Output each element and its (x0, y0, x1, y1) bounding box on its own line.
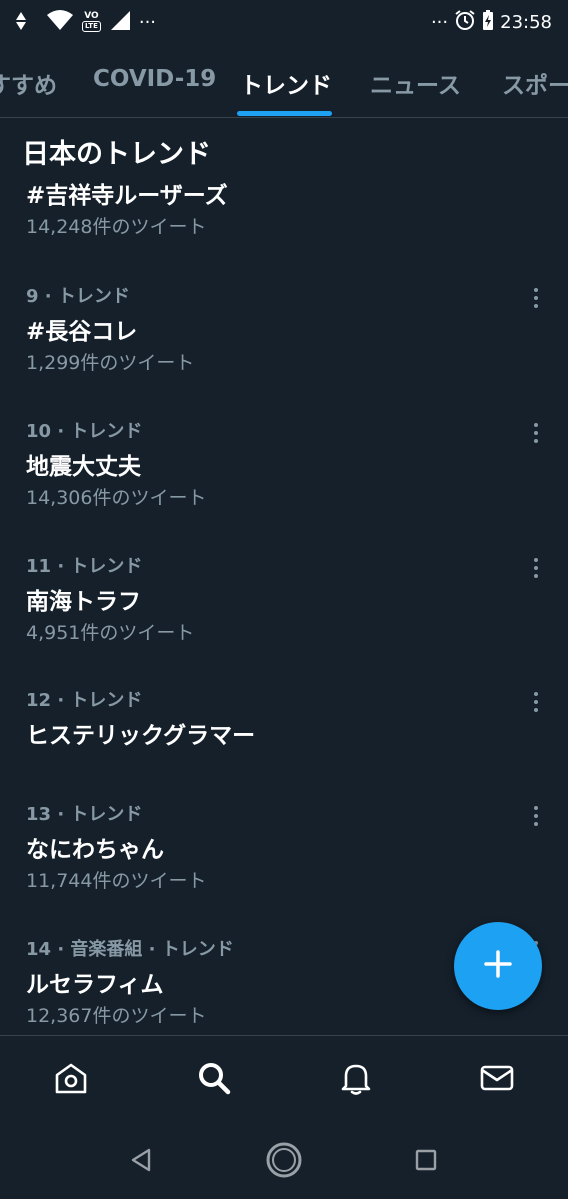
trend-meta: 10 · トレンド (26, 421, 143, 442)
cell-signal-icon (109, 9, 131, 35)
tab-covid19[interactable]: COVID-19 (93, 66, 216, 92)
tab-trending[interactable]: トレンド (240, 66, 332, 100)
nav-search[interactable] (194, 1060, 234, 1100)
more-options-icon[interactable] (524, 286, 548, 310)
recents-square-icon (414, 1148, 438, 1176)
status-dots-right: ··· (430, 11, 449, 33)
trend-meta: 12 · トレンド (26, 690, 143, 711)
trend-item[interactable]: 12 · トレンド ヒステリックグラマー (0, 684, 568, 774)
trend-name: ルセラフィム (26, 972, 164, 998)
trend-meta: 13 · トレンド (26, 804, 143, 825)
nav-messages[interactable] (477, 1060, 517, 1100)
volte-icon: VO LTE (82, 12, 101, 32)
bell-icon (338, 1060, 374, 1100)
trend-list: 日本のトレンド #吉祥寺ルーザーズ 14,248件のツイート 9 · トレンド … (0, 118, 568, 1035)
search-icon (196, 1060, 232, 1100)
trend-item[interactable]: 9 · トレンド #長谷コレ 1,299件のツイート (0, 280, 568, 390)
bottom-nav (0, 1035, 568, 1125)
more-options-icon[interactable] (524, 804, 548, 828)
system-recents-button[interactable] (406, 1142, 446, 1182)
status-dots-left: ··· (138, 11, 157, 33)
signal-arrows-icon (16, 9, 38, 35)
trend-meta: 11 · トレンド (26, 556, 143, 577)
volte-bottom-label: LTE (82, 21, 101, 32)
home-circle-icon (265, 1141, 303, 1183)
back-triangle-icon (129, 1147, 155, 1177)
more-options-icon[interactable] (524, 556, 548, 580)
trend-meta: 14 · 音楽番組 · トレンド (26, 939, 234, 960)
volte-top-label: VO (84, 11, 99, 21)
active-tab-indicator (237, 111, 332, 116)
system-back-button[interactable] (122, 1142, 162, 1182)
tab-for-you[interactable]: すすめ (0, 66, 57, 100)
tab-sports[interactable]: スポー (502, 66, 568, 100)
trend-tweet-count: 12,367件のツイート (26, 1005, 207, 1027)
trend-item[interactable]: 11 · トレンド 南海トラフ 4,951件のツイート (0, 550, 568, 660)
trend-name: 地震大丈夫 (26, 454, 141, 480)
explore-tabs: すすめ COVID-19 トレンド ニュース スポー (0, 44, 568, 118)
wifi-icon (46, 9, 74, 35)
trend-name: 南海トラフ (26, 589, 141, 615)
trend-name: なにわちゃん (26, 837, 164, 863)
trend-tweet-count: 11,744件のツイート (26, 870, 207, 892)
nav-notifications[interactable] (336, 1060, 376, 1100)
trend-meta: 9 · トレンド (26, 286, 130, 307)
system-nav-bar (0, 1125, 568, 1199)
nav-home[interactable] (51, 1060, 91, 1100)
home-icon (53, 1060, 89, 1100)
more-options-icon[interactable] (524, 421, 548, 445)
clock-time: 23:58 (500, 11, 552, 33)
trend-name: #長谷コレ (26, 319, 138, 345)
more-options-icon[interactable] (524, 690, 548, 714)
battery-charging-icon (482, 9, 494, 35)
plus-icon (483, 949, 513, 983)
system-home-button[interactable] (264, 1142, 304, 1182)
status-bar: VO LTE ··· ··· 23:58 (0, 0, 568, 44)
trend-tweet-count: 14,248件のツイート (26, 216, 207, 238)
trend-item[interactable]: 10 · トレンド 地震大丈夫 14,306件のツイート (0, 415, 568, 525)
mail-icon (479, 1060, 515, 1100)
section-title: 日本のトレンド (22, 139, 211, 170)
trend-tweet-count: 4,951件のツイート (26, 622, 195, 644)
trend-name: ヒステリックグラマー (26, 723, 256, 749)
trend-tweet-count: 1,299件のツイート (26, 352, 195, 374)
trend-tweet-count: 14,306件のツイート (26, 487, 207, 509)
alarm-icon (454, 9, 476, 35)
tab-news[interactable]: ニュース (370, 66, 461, 100)
trend-item[interactable]: 13 · トレンド なにわちゃん 11,744件のツイート (0, 798, 568, 908)
compose-tweet-button[interactable] (454, 922, 542, 1010)
app-screen: VO LTE ··· ··· 23:58 すめ COVID-19 トレンド ニュ… (0, 0, 568, 1199)
